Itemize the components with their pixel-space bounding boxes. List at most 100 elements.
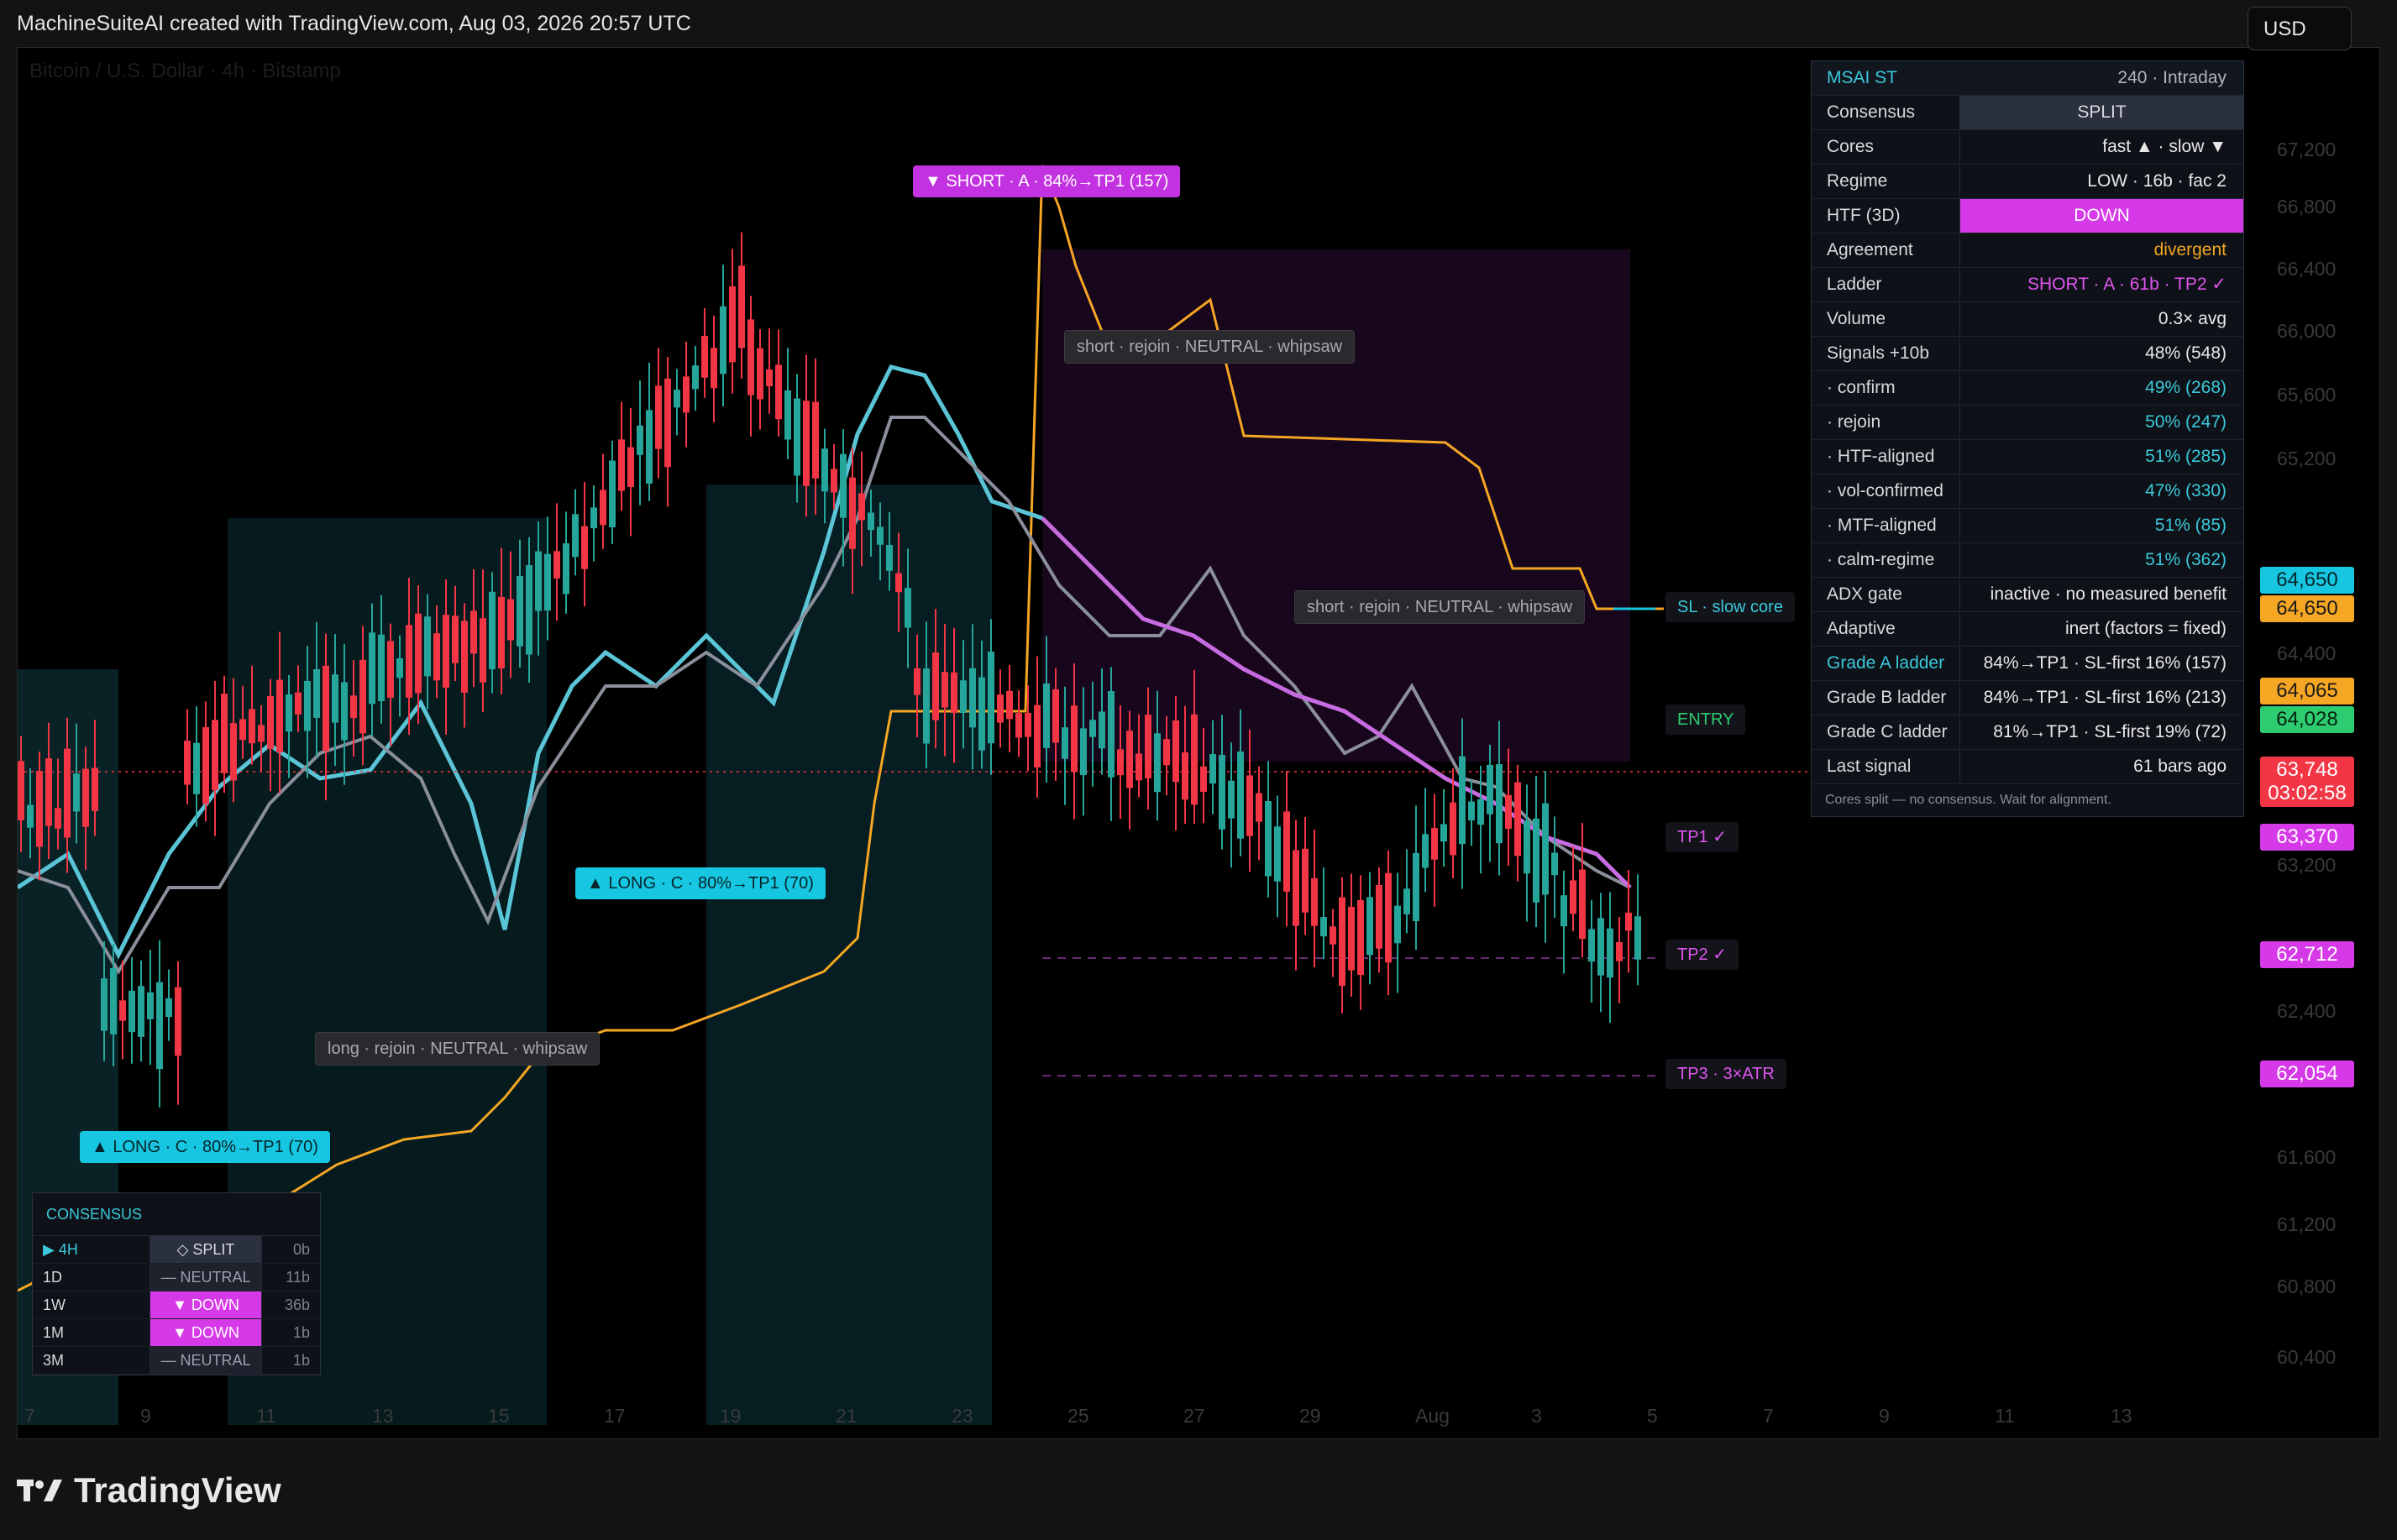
candle-body xyxy=(1570,880,1576,914)
info-row: Grade A ladder 84%→TP1 · SL-first 16% (15… xyxy=(1812,647,2243,681)
short-rejoin-tag: short · rejoin · NEUTRAL · whipsaw xyxy=(1064,330,1356,364)
candle-body xyxy=(794,398,800,476)
time-axis-label: 27 xyxy=(1183,1405,1205,1427)
candle-body xyxy=(267,695,274,749)
candle-body xyxy=(563,543,569,595)
info-row: · rejoin 50% (247) xyxy=(1812,406,2243,440)
candle-body xyxy=(323,665,329,752)
info-row: Consensus SPLIT xyxy=(1812,96,2243,130)
candle-body xyxy=(1099,711,1105,749)
candle-body xyxy=(1524,820,1530,874)
info-note: Cores split — no consensus. Wait for ali… xyxy=(1825,793,2111,807)
candle-body xyxy=(129,990,135,1033)
info-row-value: DOWN xyxy=(1960,199,2243,233)
candle-body xyxy=(452,615,459,663)
candle-body xyxy=(1172,720,1179,783)
info-row-value: 84%→TP1 · SL-first 16% (157) xyxy=(1983,653,2227,673)
candle-body xyxy=(1496,764,1503,844)
info-row: · HTF-aligned 51% (285) xyxy=(1812,440,2243,474)
candle-body xyxy=(1237,752,1244,839)
info-row-value: 50% (247) xyxy=(2145,412,2227,432)
candle-body xyxy=(1533,818,1539,903)
price-axis-label: 65,200 xyxy=(2277,448,2337,469)
candle-body xyxy=(1597,918,1604,976)
candle-body xyxy=(470,610,477,654)
candle-body xyxy=(535,551,542,611)
info-row: · calm-regime 51% (362) xyxy=(1812,543,2243,578)
info-row: Last signal 61 bars ago xyxy=(1812,750,2243,784)
candle-body xyxy=(1108,691,1115,778)
info-row-key: Ladder xyxy=(1812,268,1960,301)
info-row: Adaptive inert (factors = fixed) xyxy=(1812,612,2243,647)
candle-body xyxy=(618,439,625,491)
info-row: Grade C ladder 81%→TP1 · SL-first 19% (72… xyxy=(1812,715,2243,750)
candle-body xyxy=(1394,905,1401,944)
info-row-value: divergent xyxy=(2153,240,2227,259)
info-row-key: Agreement xyxy=(1812,233,1960,267)
info-row: Agreement divergent xyxy=(1812,233,2243,268)
consensus-row: 3M — NEUTRAL 1b xyxy=(33,1347,320,1375)
candle-body xyxy=(1542,803,1549,895)
candle-body xyxy=(480,618,486,683)
price-label-tp2: 62,712 xyxy=(2260,941,2354,968)
candle-body xyxy=(941,672,948,708)
time-axis-label: 7 xyxy=(24,1405,35,1427)
candle-body xyxy=(1043,683,1050,748)
consensus-row: ▶ 4H ◇ SPLIT 0b xyxy=(33,1236,320,1264)
candle-body xyxy=(1403,888,1410,914)
info-row-value: 0.3× avg xyxy=(2158,309,2227,328)
candle-body xyxy=(831,469,837,493)
candle-body xyxy=(1302,848,1309,913)
candle-body xyxy=(757,348,763,400)
candle-body xyxy=(1080,728,1087,776)
candle-body xyxy=(507,599,514,641)
tradingview-logo[interactable]: TradingView xyxy=(17,1469,281,1511)
info-row-value: 61 bars ago xyxy=(2133,757,2227,776)
candle-body xyxy=(1136,753,1142,781)
info-row-key: Grade C ladder xyxy=(1812,715,1960,749)
candle-body xyxy=(1366,897,1373,956)
candle-body xyxy=(738,265,745,348)
time-axis-label: 13 xyxy=(2111,1405,2132,1427)
candle-body xyxy=(747,319,754,395)
candle-body xyxy=(600,490,606,526)
consensus-state: — NEUTRAL xyxy=(150,1264,262,1291)
info-row-value: 49% (268) xyxy=(2145,378,2227,397)
info-row-value: 81%→TP1 · SL-first 19% (72) xyxy=(1993,722,2227,741)
price-label-tp3: 62,054 xyxy=(2260,1061,2354,1087)
candle-body xyxy=(45,758,52,826)
short-zone xyxy=(1042,249,1630,762)
candle-body xyxy=(184,741,191,785)
price-axis-label: 60,400 xyxy=(2277,1346,2337,1368)
tp3-tag: TP3 · 3×ATR xyxy=(1665,1059,1786,1089)
candle-body xyxy=(951,672,957,714)
currency-button[interactable]: USD xyxy=(2248,7,2352,50)
info-row-key: Signals +10b xyxy=(1812,337,1960,370)
candle-body xyxy=(1274,826,1281,882)
info-row: HTF (3D) DOWN xyxy=(1812,199,2243,233)
info-row: Ladder SHORT · A · 61b · TP2 ✓ xyxy=(1812,268,2243,302)
candle-body xyxy=(1339,897,1345,987)
info-row-key: · rejoin xyxy=(1812,406,1960,439)
candle-body xyxy=(646,410,653,484)
candle-body xyxy=(905,588,911,628)
info-row-key: · MTF-aligned xyxy=(1812,509,1960,542)
candle-body xyxy=(1154,733,1161,793)
time-axis-label: 21 xyxy=(836,1405,858,1427)
info-row-value: inert (factors = fixed) xyxy=(2065,619,2227,638)
candle-body xyxy=(378,634,385,701)
candle-body xyxy=(1256,793,1262,822)
candle-body xyxy=(92,767,98,811)
candle-body xyxy=(1246,775,1253,836)
candle-body xyxy=(683,376,690,413)
candle-body xyxy=(858,493,865,521)
candle-body xyxy=(886,545,893,571)
candle-body xyxy=(359,659,366,734)
candle-body xyxy=(101,978,108,1031)
candle-body xyxy=(156,982,163,1070)
candle-body xyxy=(655,385,662,449)
bar-countdown: 03:02:58 xyxy=(2260,780,2354,807)
info-row: ADX gate inactive · no measured benefit xyxy=(1812,578,2243,612)
candle-body xyxy=(1357,900,1364,976)
time-axis-label: 23 xyxy=(952,1405,973,1427)
